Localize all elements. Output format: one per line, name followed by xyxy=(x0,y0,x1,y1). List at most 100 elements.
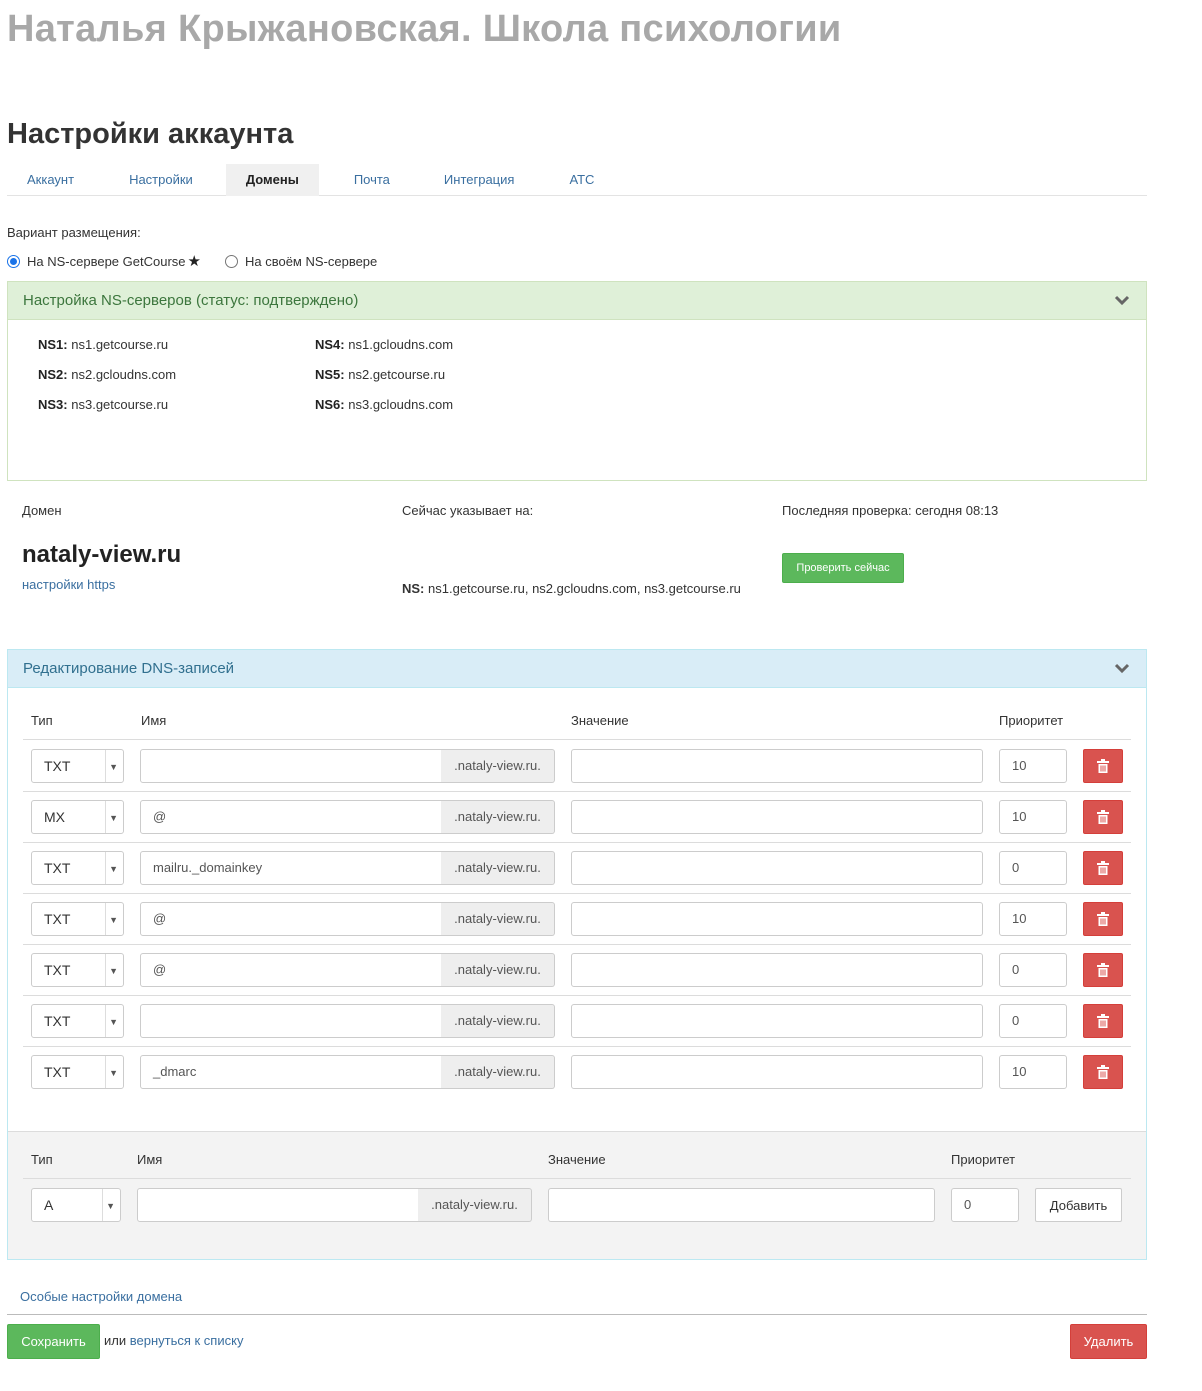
record-name-input[interactable] xyxy=(140,749,442,783)
delete-button[interactable]: Удалить xyxy=(1070,1324,1147,1359)
radio-getcourse-ns[interactable] xyxy=(7,254,20,268)
new-domain-suffix-addon: .nataly-view.ru. xyxy=(418,1188,532,1222)
domain-suffix-addon: .nataly-view.ru. xyxy=(441,851,555,885)
save-button[interactable]: Сохранить xyxy=(7,1324,100,1359)
ns-entry: NS6: ns3.gcloudns.com xyxy=(315,397,454,412)
delete-record-button[interactable] xyxy=(1083,800,1123,834)
check-now-button[interactable]: Проверить сейчас xyxy=(782,553,904,583)
record-priority-input[interactable]: 0 xyxy=(999,851,1067,885)
delete-record-button[interactable] xyxy=(1083,1004,1123,1038)
trash-icon xyxy=(1097,861,1109,875)
record-name-input[interactable]: @ xyxy=(140,902,442,936)
record-type-select[interactable]: TXT ▼ xyxy=(31,1055,124,1089)
tab-mail[interactable]: Почта xyxy=(319,164,424,196)
record-value-input[interactable] xyxy=(571,851,983,885)
tab-pbx[interactable]: АТС xyxy=(541,164,614,196)
new-record-type-value: A xyxy=(44,1197,54,1213)
record-value-input[interactable] xyxy=(571,749,983,783)
trash-icon xyxy=(1097,912,1109,926)
record-priority-input[interactable]: 0 xyxy=(999,953,1067,987)
caret-down-icon: ▼ xyxy=(109,1068,118,1078)
new-dns-record-form: Тип Имя Значение Приоритет A ▼ .nataly-view.ru… xyxy=(8,1131,1146,1259)
record-type-value: TXT xyxy=(44,1013,71,1029)
select-divider xyxy=(105,801,106,833)
record-type-select[interactable]: MX ▼ xyxy=(31,800,124,834)
delete-record-button[interactable] xyxy=(1083,749,1123,783)
chevron-down-icon[interactable] xyxy=(1114,293,1130,307)
delete-record-button[interactable] xyxy=(1083,953,1123,987)
delete-record-button[interactable] xyxy=(1083,851,1123,885)
record-name-input[interactable]: _dmarc xyxy=(140,1055,442,1089)
record-name-input[interactable] xyxy=(140,1004,442,1038)
new-col-name-header: Имя xyxy=(137,1152,163,1167)
new-record-value-input[interactable] xyxy=(548,1188,935,1222)
caret-down-icon: ▼ xyxy=(109,864,118,874)
record-type-value: TXT xyxy=(44,860,71,876)
record-type-value: TXT xyxy=(44,1064,71,1080)
select-divider xyxy=(105,903,106,935)
record-name-input[interactable]: @ xyxy=(140,953,442,987)
new-record-priority-input[interactable]: 0 xyxy=(951,1188,1019,1222)
new-record-type-select[interactable]: A ▼ xyxy=(31,1188,121,1222)
record-name-input[interactable]: mailru._domainkey xyxy=(140,851,442,885)
record-type-value: TXT xyxy=(44,962,71,978)
new-col-type-header: Тип xyxy=(31,1152,53,1167)
dns-panel-title: Редактирование DNS-записей xyxy=(23,660,235,677)
ns-entry: NS4: ns1.gcloudns.com xyxy=(315,337,454,352)
record-priority-input[interactable]: 10 xyxy=(999,749,1067,783)
record-priority-input[interactable]: 10 xyxy=(999,800,1067,834)
footer-divider xyxy=(7,1314,1147,1315)
ns-entry: NS5: ns2.getcourse.ru xyxy=(315,367,446,382)
select-divider xyxy=(105,954,106,986)
record-value-input[interactable] xyxy=(571,953,983,987)
ns-entry: NS3: ns3.getcourse.ru xyxy=(38,397,169,412)
record-type-select[interactable]: TXT ▼ xyxy=(31,851,124,885)
new-record-name-input[interactable] xyxy=(137,1188,419,1222)
trash-icon xyxy=(1097,1065,1109,1079)
col-type-header: Тип xyxy=(31,713,53,728)
record-value-input[interactable] xyxy=(571,1055,983,1089)
record-type-value: MX xyxy=(44,809,65,825)
radio-own-ns-label[interactable]: На своём NS-сервере xyxy=(245,254,377,269)
record-priority-input[interactable]: 10 xyxy=(999,1055,1067,1089)
radio-own-ns[interactable] xyxy=(224,254,238,268)
tab-domains[interactable]: Домены xyxy=(225,164,319,196)
record-priority-input[interactable]: 10 xyxy=(999,902,1067,936)
caret-down-icon: ▼ xyxy=(109,1017,118,1027)
caret-down-icon: ▼ xyxy=(109,915,118,925)
delete-record-button[interactable] xyxy=(1083,1055,1123,1089)
delete-record-button[interactable] xyxy=(1083,902,1123,936)
record-value-input[interactable] xyxy=(571,1004,983,1038)
add-record-button[interactable]: Добавить xyxy=(1035,1188,1122,1222)
record-priority-input[interactable]: 0 xyxy=(999,1004,1067,1038)
record-value-input[interactable] xyxy=(571,902,983,936)
record-type-select[interactable]: TXT ▼ xyxy=(31,749,124,783)
row-divider xyxy=(23,842,1131,843)
record-type-select[interactable]: TXT ▼ xyxy=(31,953,124,987)
ns-servers-panel: Настройка NS-серверов (статус: подтвержд… xyxy=(7,281,1147,481)
tab-integration[interactable]: Интеграция xyxy=(424,164,542,196)
https-settings-link[interactable]: настройки https xyxy=(22,577,115,592)
chevron-down-icon[interactable] xyxy=(1114,661,1130,675)
select-divider xyxy=(105,1005,106,1037)
dns-panel-header[interactable]: Редактирование DNS-записей xyxy=(8,650,1146,688)
back-to-list-link[interactable]: вернуться к списку xyxy=(130,1333,244,1348)
col-value-header: Значение xyxy=(571,713,629,728)
record-value-input[interactable] xyxy=(571,800,983,834)
record-name-input[interactable]: @ xyxy=(140,800,442,834)
page-title: Настройки аккаунта xyxy=(7,118,294,150)
ns-panel-header[interactable]: Настройка NS-серверов (статус: подтвержд… xyxy=(8,282,1146,320)
special-domain-settings-link[interactable]: Особые настройки домена xyxy=(20,1289,182,1304)
record-type-select[interactable]: TXT ▼ xyxy=(31,1004,124,1038)
caret-down-icon: ▼ xyxy=(109,762,118,772)
row-divider xyxy=(23,893,1131,894)
tab-account[interactable]: Аккаунт xyxy=(7,164,94,196)
domain-suffix-addon: .nataly-view.ru. xyxy=(441,902,555,936)
row-divider xyxy=(23,791,1131,792)
ns-panel-title: Настройка NS-серверов (статус: подтвержд… xyxy=(23,292,359,309)
col-name-header: Имя xyxy=(141,713,167,728)
radio-getcourse-ns-label[interactable]: На NS-сервере GetCourse xyxy=(27,254,186,269)
tab-settings[interactable]: Настройки xyxy=(94,164,226,196)
record-type-select[interactable]: TXT ▼ xyxy=(31,902,124,936)
points-to-label: Сейчас указывает на: xyxy=(402,503,534,518)
